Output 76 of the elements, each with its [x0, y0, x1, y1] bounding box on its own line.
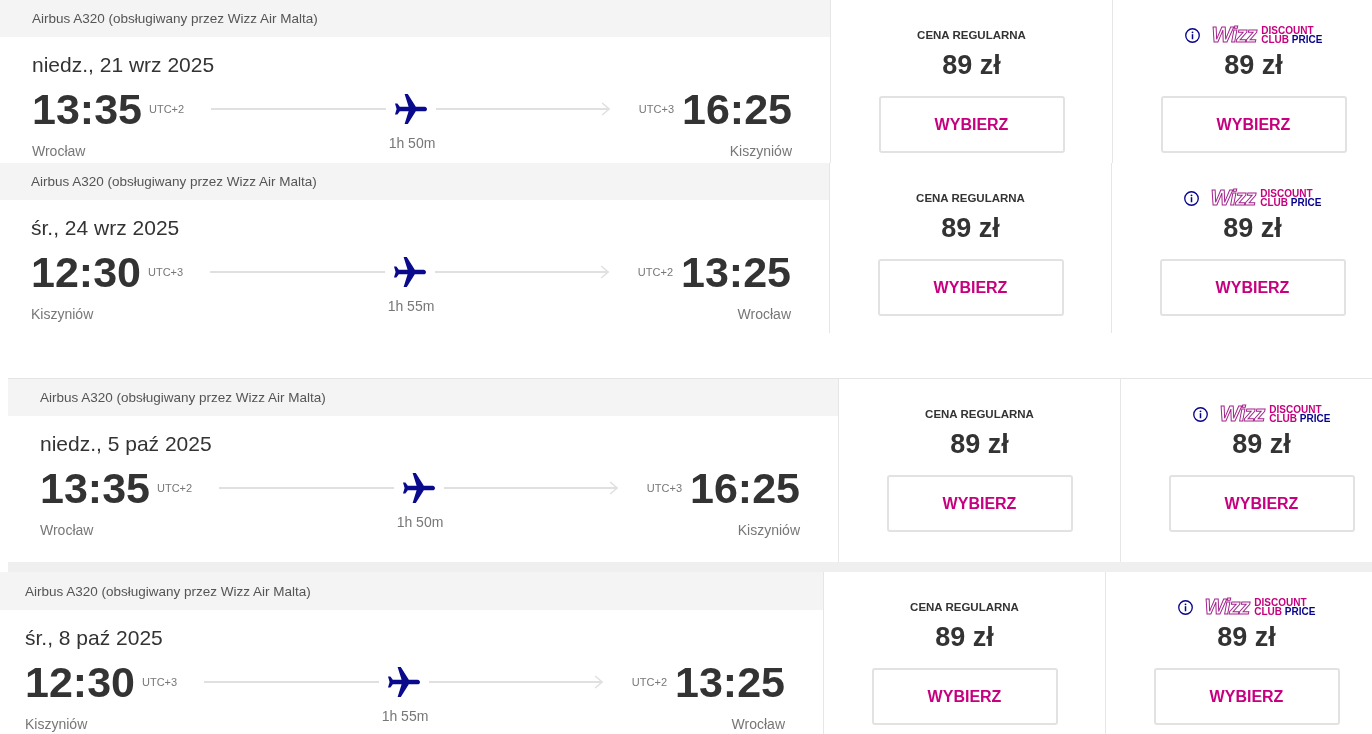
fare-price: 89 zł	[942, 50, 1001, 80]
arrival-city: Kiszyniów	[737, 521, 800, 538]
timezone-label: UTC+2	[157, 481, 193, 495]
arrival-city: Wrocław	[737, 305, 791, 322]
logo-wordmark: Wizz	[1211, 24, 1259, 46]
flight-duration: 1h 55m	[381, 707, 429, 724]
flight-duration: 1h 50m	[396, 513, 444, 530]
logo-tagline: DISCOUNT	[1260, 189, 1314, 198]
flight-date: niedz., 5 paź 2025	[40, 432, 212, 456]
logo-wordmark: Wizz	[1210, 187, 1258, 209]
logo-tagline: DISCOUNT	[1254, 598, 1308, 607]
fare-price: 89 zł	[1224, 50, 1283, 80]
logo-tagline: CLUB PRICE	[1269, 414, 1331, 423]
flight-date: śr., 8 paź 2025	[25, 626, 163, 650]
fare-price: 89 zł	[1232, 429, 1291, 459]
flight-date: niedz., 21 wrz 2025	[32, 53, 215, 77]
logo-tagline: CLUB PRICE	[1254, 607, 1316, 616]
timezone-label: UTC+3	[142, 675, 178, 689]
fare-label: CENA REGULARNA	[910, 601, 1019, 613]
airplane-icon	[394, 257, 426, 287]
aircraft-text: Airbus A320 (obsługiwany przez Wizz Air Malta)	[25, 583, 311, 599]
logo-tagline: CLUB PRICE	[1260, 198, 1322, 207]
fare-price: 89 zł	[950, 429, 1009, 459]
aircraft-text: Airbus A320 (obsługiwany przez Wizz Air Malta)	[40, 390, 326, 405]
select-button[interactable]: WYBIERZ	[1168, 475, 1355, 532]
select-button[interactable]: WYBIERZ	[878, 96, 1065, 153]
flight-duration: 1h 50m	[388, 134, 436, 151]
timezone-label: UTC+2	[631, 675, 667, 689]
timezone-label: UTC+2	[149, 102, 185, 116]
fare-price: 89 zł	[941, 213, 1000, 243]
timezone-label: UTC+3	[646, 481, 682, 495]
departure-city: Wrocław	[40, 521, 94, 538]
aircraft-text: Airbus A320 (obsługiwany przez Wizz Air Malta)	[32, 11, 318, 26]
select-button[interactable]: WYBIERZ	[1153, 668, 1340, 725]
arrival-time: 13:25	[675, 660, 785, 704]
timezone-label: UTC+2	[637, 265, 673, 279]
flight-duration: 1h 55m	[387, 297, 435, 314]
aircraft-text: Airbus A320 (obsługiwany przez Wizz Air Malta)	[31, 174, 317, 189]
arrival-city: Kiszyniów	[729, 142, 792, 159]
logo-tagline: DISCOUNT	[1269, 405, 1323, 414]
arrival-city: Wrocław	[731, 715, 785, 732]
timezone-label: UTC+3	[148, 265, 184, 279]
fare-price: 89 zł	[1217, 622, 1276, 652]
fare-label: CENA REGULARNA	[917, 29, 1026, 41]
logo-wordmark: Wizz	[1204, 596, 1252, 618]
fare-price: 89 zł	[1223, 213, 1282, 243]
info-icon[interactable]	[1177, 599, 1193, 615]
arrival-time: 13:25	[681, 250, 791, 294]
fare-label: CENA REGULARNA	[925, 408, 1034, 420]
select-button[interactable]: WYBIERZ	[871, 668, 1058, 725]
fare-price: 89 zł	[935, 622, 994, 652]
airplane-icon	[403, 473, 435, 503]
flight-date: śr., 24 wrz 2025	[31, 216, 180, 240]
select-button[interactable]: WYBIERZ	[886, 475, 1073, 532]
airplane-icon	[395, 94, 427, 124]
departure-time: 13:35	[32, 87, 142, 131]
departure-time: 13:35	[40, 466, 150, 510]
airplane-icon	[388, 667, 420, 697]
logo-tagline: DISCOUNT	[1261, 26, 1315, 35]
logo-wordmark: Wizz	[1219, 403, 1267, 425]
select-button[interactable]: WYBIERZ	[1159, 259, 1346, 316]
info-icon[interactable]	[1184, 27, 1200, 43]
departure-city: Kiszyniów	[31, 305, 94, 322]
logo-tagline: CLUB PRICE	[1261, 35, 1323, 44]
info-icon[interactable]	[1192, 406, 1208, 422]
arrival-time: 16:25	[682, 87, 792, 131]
departure-time: 12:30	[25, 660, 135, 704]
departure-city: Kiszyniów	[25, 715, 88, 732]
departure-time: 12:30	[31, 250, 141, 294]
arrival-time: 16:25	[690, 466, 800, 510]
select-button[interactable]: WYBIERZ	[1160, 96, 1347, 153]
fare-label: CENA REGULARNA	[916, 192, 1025, 204]
select-button[interactable]: WYBIERZ	[877, 259, 1064, 316]
timezone-label: UTC+3	[638, 102, 674, 116]
info-icon[interactable]	[1183, 190, 1199, 206]
departure-city: Wrocław	[32, 142, 86, 159]
